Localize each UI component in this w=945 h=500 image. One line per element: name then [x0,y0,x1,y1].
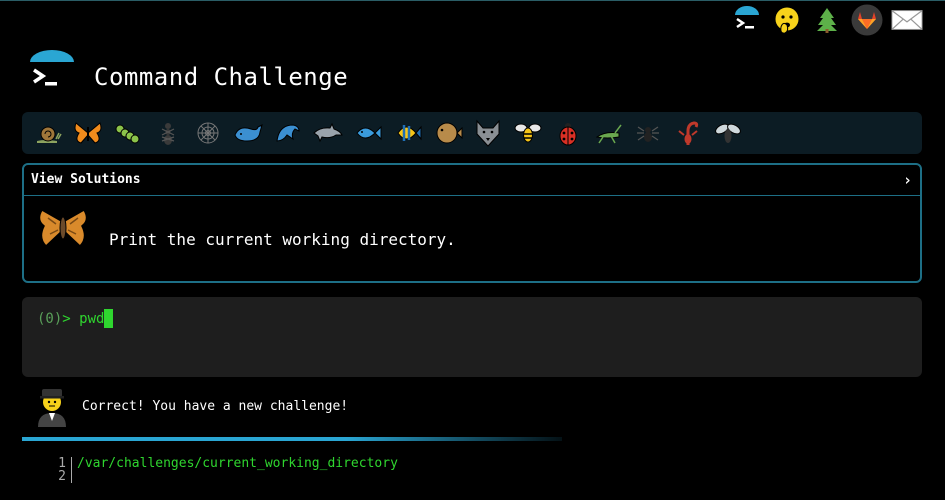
fly-icon[interactable] [708,113,748,153]
output-line: 2 [52,470,398,483]
bee-icon[interactable] [508,113,548,153]
terminal-cursor [104,309,114,328]
command-input[interactable]: pwd [79,311,104,327]
view-solutions-toggle[interactable]: View Solutions › [24,165,920,196]
task-description: Print the current working directory. [109,230,456,249]
tree-icon[interactable] [811,4,843,36]
caterpillar-icon[interactable] [108,113,148,153]
gutter-divider [71,457,72,470]
blowfish-icon[interactable] [428,113,468,153]
snail-icon[interactable] [28,113,68,153]
page-title: Command Challenge [94,63,349,91]
ladybug-icon[interactable] [548,113,588,153]
terminal-logo-icon[interactable] [731,4,763,36]
terminal-prompt: (0)> pwd [37,309,114,328]
output-text: /var/challenges/current_working_director… [77,456,398,471]
ant-icon[interactable] [148,113,188,153]
spider-web-icon[interactable] [188,113,228,153]
wolf-icon[interactable] [468,113,508,153]
prompt-arrow: > [62,311,71,327]
spider-icon[interactable] [628,113,668,153]
command-output: 1 /var/challenges/current_working_direct… [52,457,398,483]
challenge-bar [22,112,922,154]
dolphin-jumping-icon[interactable] [268,113,308,153]
logo-icon[interactable] [28,50,76,96]
chevron-right-icon: › [902,171,912,189]
cricket-icon[interactable] [588,113,628,153]
agent-avatar-icon [34,385,70,427]
top-icon-bar [731,4,923,36]
prompt-counter: (0) [37,311,63,327]
gutter-divider [71,470,72,483]
gitlab-icon[interactable] [851,4,883,36]
moth-icon [36,206,90,250]
scorpion-icon[interactable] [668,113,708,153]
top-border [0,0,945,1]
tropical-fish-icon[interactable] [388,113,428,153]
solutions-panel: View Solutions › Print the current worki… [22,163,922,283]
mail-icon[interactable] [891,4,923,36]
result-message: Correct! You have a new challenge! [82,399,349,414]
dolphin-icon[interactable] [308,113,348,153]
fish-icon[interactable] [348,113,388,153]
task-body: Print the current working directory. [24,196,920,282]
hushed-face-icon[interactable] [771,4,803,36]
line-number: 2 [58,469,66,484]
butterfly-icon[interactable] [68,113,108,153]
result-progress-bar [22,437,562,441]
terminal[interactable]: (0)> pwd [22,297,922,377]
whale-icon[interactable] [228,113,268,153]
view-solutions-label: View Solutions [31,172,141,187]
output-line: 1 /var/challenges/current_working_direct… [52,457,398,470]
